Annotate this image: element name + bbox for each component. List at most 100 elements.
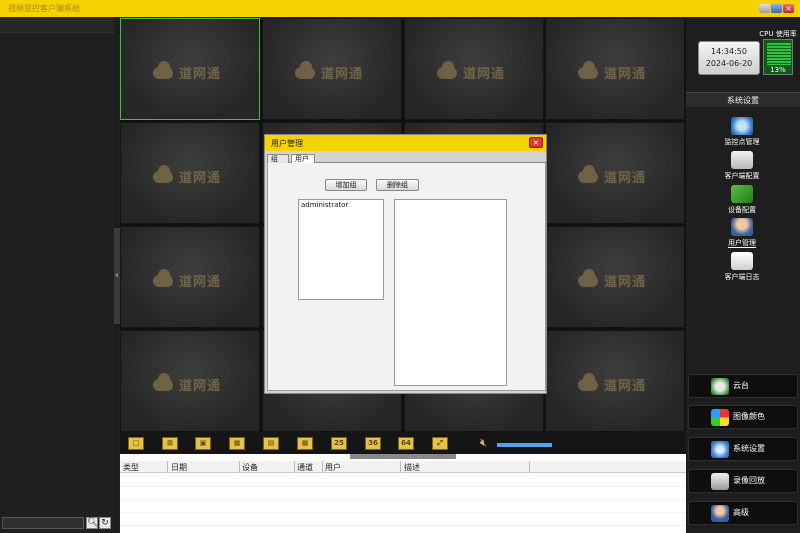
layout-25-button[interactable]: 25 (331, 437, 347, 450)
log-table-header: 类型 日期 设备 通道 用户 描述 (120, 461, 686, 473)
camera-icon (731, 117, 753, 135)
minimize-button[interactable] (759, 4, 770, 13)
speaker-muted-icon[interactable]: 🔇︎ (480, 437, 494, 449)
table-row (120, 499, 686, 500)
member-list[interactable] (394, 199, 507, 386)
layout-toolbar: □ ⊞ ▣ ▦ ▤ ▦ 25 36 64 ⤢ 🔇︎ (120, 432, 686, 454)
video-cell[interactable]: 道网通 (545, 226, 685, 328)
layout-1-button[interactable]: □ (128, 437, 144, 450)
clock-date: 2024-06-20 (705, 59, 753, 68)
search-input[interactable] (2, 517, 84, 529)
menu-client-config[interactable]: 客户端配置 (710, 151, 774, 181)
watermark-text: 道网通 (179, 275, 222, 290)
tab-group[interactable]: 组 (267, 154, 289, 163)
menu-device-config[interactable]: 设备配置 (710, 185, 774, 215)
video-cell[interactable]: 道网通 (404, 18, 544, 120)
maximize-button[interactable] (771, 4, 782, 13)
cloud-logo-icon (576, 269, 600, 287)
user-icon (731, 218, 753, 236)
layout-64-button[interactable]: 64 (398, 437, 414, 450)
column-separator (322, 461, 323, 473)
menu-client-log[interactable]: 客户端日志 (710, 252, 774, 282)
system-settings-button[interactable]: 系统设置 (688, 437, 798, 461)
device-tree-header (0, 17, 114, 33)
image-color-button[interactable]: 图像颜色 (688, 405, 798, 429)
column-user[interactable]: 用户 (325, 462, 341, 473)
video-cell[interactable]: 道网通 (545, 330, 685, 432)
layout-6-button[interactable]: ▣ (195, 437, 211, 450)
device-tree-panel: 🔍︎ ↻ (0, 17, 114, 533)
video-cell[interactable]: 道网通 (120, 18, 260, 120)
cloud-logo-icon (151, 61, 175, 79)
cloud-logo-icon (576, 165, 600, 183)
watermark-text: 道网通 (321, 67, 364, 82)
layout-16-button[interactable]: ▦ (297, 437, 313, 450)
log-icon (731, 252, 753, 270)
cloud-logo-icon (576, 373, 600, 391)
layout-4-button[interactable]: ⊞ (162, 437, 178, 450)
advanced-users-icon (711, 505, 729, 522)
app-title: 视频监控客户端系统 (8, 4, 80, 13)
layout-36-button[interactable]: 36 (365, 437, 381, 450)
group-list-item[interactable]: administrator (301, 201, 348, 209)
video-cell[interactable]: 道网通 (120, 122, 260, 224)
watermark-text: 道网通 (179, 67, 222, 82)
layout-9-button[interactable]: ▦ (229, 437, 245, 450)
refresh-icon[interactable]: ↻ (99, 517, 111, 529)
dialog-close-icon[interactable]: × (529, 137, 543, 148)
volume-slider[interactable] (497, 443, 552, 447)
video-cell[interactable]: 道网通 (120, 330, 260, 432)
video-cell[interactable]: 道网通 (545, 122, 685, 224)
menu-monitor-point-management[interactable]: 监控点管理 (710, 117, 774, 147)
watermark-logo: 道网通 (576, 61, 666, 82)
column-separator (529, 461, 530, 473)
cloud-logo-icon (576, 61, 600, 79)
watermark-text: 道网通 (179, 171, 222, 186)
tab-user[interactable]: 用户 (291, 154, 315, 163)
column-type[interactable]: 类型 (123, 462, 139, 473)
playback-button[interactable]: 录像回放 (688, 469, 798, 493)
group-list[interactable]: administrator (298, 199, 384, 300)
log-panel-grip[interactable] (350, 454, 456, 459)
watermark-text: 道网通 (604, 275, 647, 290)
watermark-logo: 道网通 (151, 61, 241, 82)
column-description[interactable]: 描述 (404, 462, 420, 473)
color-icon (711, 409, 729, 426)
playback-label: 录像回放 (733, 476, 765, 485)
fullscreen-button[interactable]: ⤢ (432, 437, 448, 450)
cpu-meter-bars (767, 43, 791, 65)
column-channel[interactable]: 通道 (297, 462, 313, 473)
menu-label: 客户端配置 (724, 172, 760, 180)
search-icon[interactable]: 🔍︎ (86, 517, 98, 529)
video-cell[interactable]: 道网通 (262, 18, 402, 120)
image-color-label: 图像颜色 (733, 412, 765, 421)
menu-label: 设备配置 (728, 206, 756, 214)
title-bar: 视频监控客户端系统 × (0, 0, 800, 17)
ptz-button[interactable]: 云台 (688, 374, 798, 398)
watermark-logo: 道网通 (151, 373, 241, 394)
tools-icon (731, 185, 753, 203)
menu-user-management[interactable]: 用户管理 (710, 218, 774, 248)
video-cell[interactable]: 道网通 (120, 226, 260, 328)
column-separator (239, 461, 240, 473)
watermark-logo: 道网通 (576, 373, 666, 394)
layout-8-button[interactable]: ▤ (263, 437, 279, 450)
advanced-button[interactable]: 高级 (688, 501, 798, 525)
menu-label: 监控点管理 (724, 138, 760, 146)
add-group-button[interactable]: 增加组 (325, 179, 367, 191)
video-cell[interactable]: 道网通 (545, 18, 685, 120)
watermark-logo: 道网通 (576, 269, 666, 290)
log-table: 类型 日期 设备 通道 用户 描述 (120, 454, 686, 533)
clock-display: 14:34:50 2024-06-20 (698, 41, 760, 75)
column-device[interactable]: 设备 (242, 462, 258, 473)
cloud-logo-icon (151, 269, 175, 287)
menu-label: 用户管理 (728, 239, 756, 248)
dialog-tabs: 组 用户 (267, 153, 546, 163)
column-date[interactable]: 日期 (171, 462, 187, 473)
close-icon[interactable]: × (783, 4, 794, 13)
cpu-usage-label: CPU 使用率 (759, 30, 797, 38)
cpu-meter: 13% (763, 39, 793, 75)
playback-icon (711, 473, 729, 490)
delete-group-button[interactable]: 删除组 (376, 179, 419, 191)
cloud-logo-icon (435, 61, 459, 79)
